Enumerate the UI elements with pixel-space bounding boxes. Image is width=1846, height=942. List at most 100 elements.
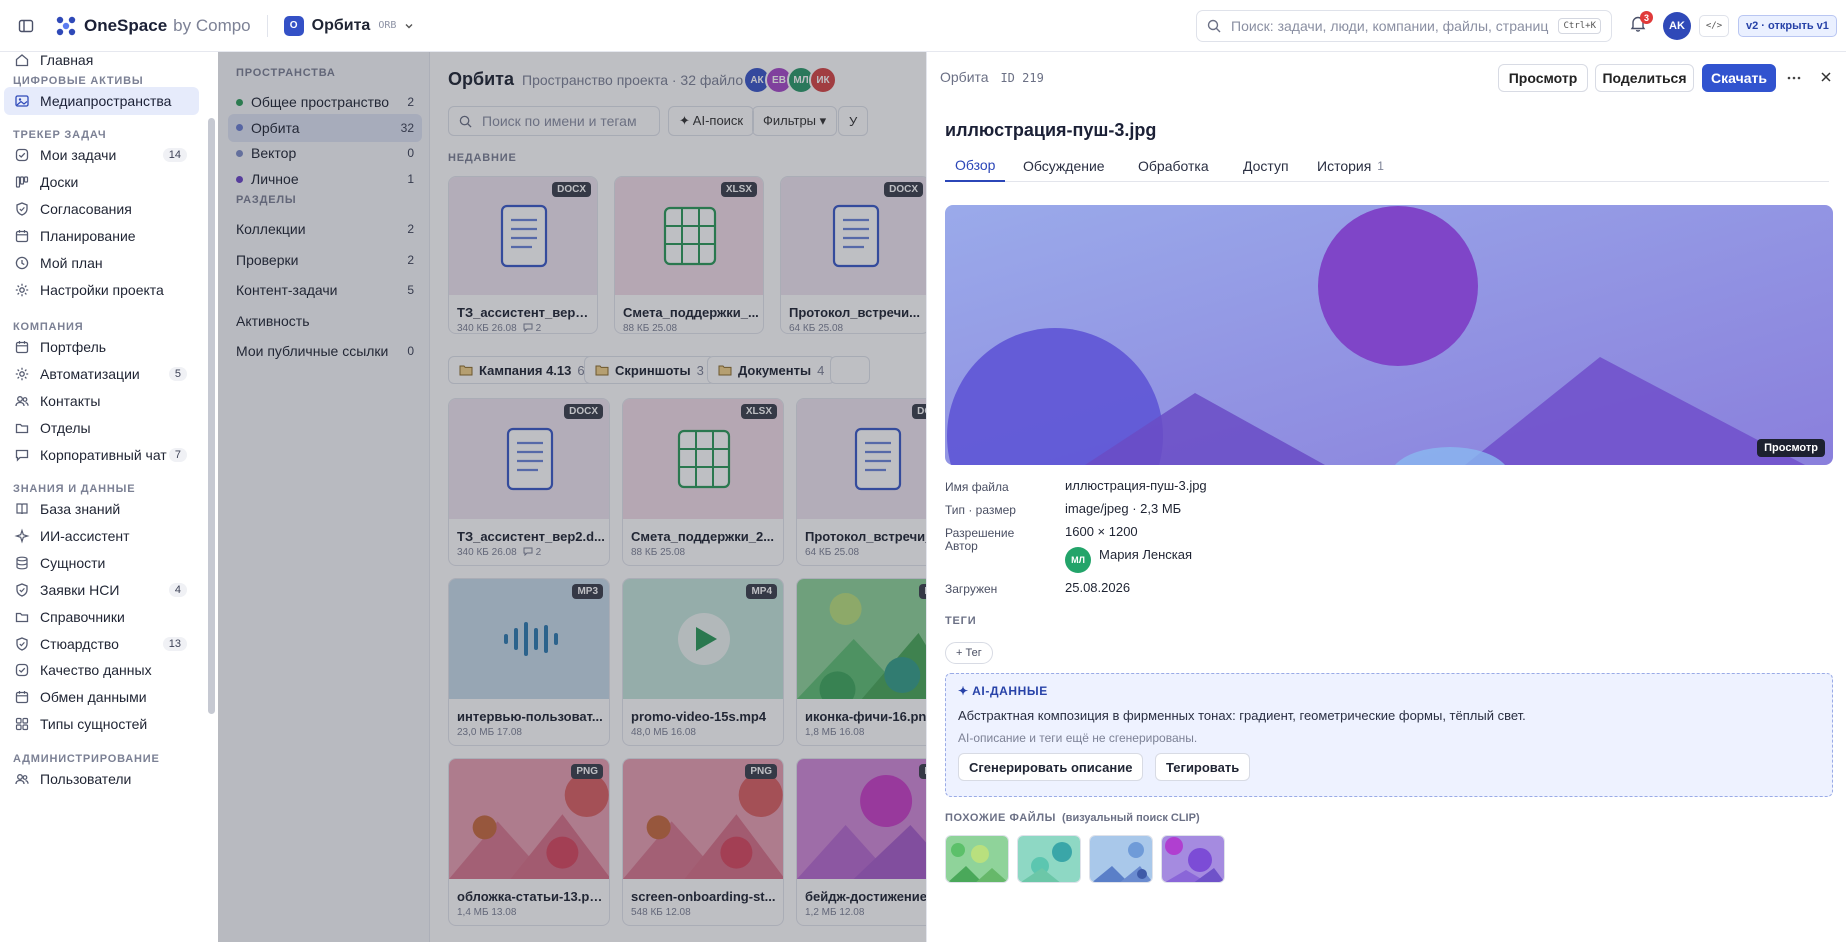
sidebar-item-1-0[interactable]: Мои задачи 14 xyxy=(4,141,199,169)
space-item[interactable]: Личное 1 xyxy=(228,165,422,193)
members-avatars[interactable]: АК ЕВ МЛ ИК xyxy=(743,66,837,94)
folder-chip[interactable]: Кампания 4.13 6 xyxy=(448,356,596,384)
file-card[interactable]: PNG screen-onboarding-st... 548 КБ 12.08 xyxy=(622,758,784,926)
file-card[interactable]: DOCX ТЗ_ассистент_вер2.... 340 КБ 26.08 2 xyxy=(448,176,598,334)
info-value: 25.08.2026 xyxy=(1065,580,1131,595)
info-label: Тип · размер xyxy=(945,503,1016,517)
auto-tag-button[interactable]: Тегировать xyxy=(1155,753,1251,781)
preview-button[interactable]: Просмотр xyxy=(1498,64,1588,92)
breadcrumb-space[interactable]: Орбита xyxy=(940,69,989,85)
image-preview[interactable]: Просмотр xyxy=(945,205,1833,465)
file-card[interactable]: XLSX Смета_поддержки_... 88 КБ 25.08 xyxy=(614,176,764,334)
sidebar-item-label: Настройки проекта xyxy=(40,281,164,298)
sidebar-item-1-2[interactable]: Согласования xyxy=(4,195,199,223)
sidebar-item-3-0[interactable]: База знаний xyxy=(4,495,199,523)
sidebar-item-label: ИИ-ассистент xyxy=(40,527,130,544)
section-item[interactable]: Активность xyxy=(228,307,422,335)
similar-subtitle: (визуальный поиск CLIP) xyxy=(1062,812,1200,824)
similar-file-thumb[interactable] xyxy=(1017,835,1081,883)
filters-button[interactable]: Фильтры ▾ xyxy=(752,106,838,136)
app-logo[interactable]: OneSpace by Compo xyxy=(56,16,251,36)
file-card[interactable]: DOCX Протокол_встречи... 64 КБ 25.08 xyxy=(780,176,926,334)
section-item[interactable]: Коллекции 2 xyxy=(228,215,422,243)
detail-tabs: Обзор Обсуждение Обработка Доступ История 1 xyxy=(945,150,1829,182)
similar-file-thumb[interactable] xyxy=(1161,835,1225,883)
space-item[interactable]: Вектор 0 xyxy=(228,139,422,167)
sidebar-item-2-4[interactable]: Корпоративный чат 7 xyxy=(4,441,199,469)
section-item[interactable]: Проверки 2 xyxy=(228,246,422,274)
sidebar-item-3-1[interactable]: ИИ-ассистент xyxy=(4,522,199,550)
space-color-dot xyxy=(236,175,243,183)
notifications-button[interactable]: 3 xyxy=(1630,11,1653,32)
sidebar-item-label: Качество данных xyxy=(40,662,152,679)
sidebar-item-2-2[interactable]: Контакты xyxy=(4,387,199,415)
sidebar-item-0-0[interactable]: Медиапространства xyxy=(4,87,199,115)
ai-heading: ✦ AI-ДАННЫЕ xyxy=(958,684,1048,698)
file-meta: 88 КБ 25.08 xyxy=(623,323,677,333)
sidebar-item-3-6[interactable]: Качество данных xyxy=(4,656,199,684)
sidebar-item-3-8[interactable]: Типы сущностей xyxy=(4,710,199,738)
section-item[interactable]: Мои публичные ссылки 0 xyxy=(228,337,422,365)
close-icon[interactable] xyxy=(1819,70,1833,84)
sidebar-item-4-0[interactable]: Пользователи xyxy=(4,765,199,793)
tab-2[interactable]: Обработка xyxy=(1128,150,1219,182)
tab-0[interactable]: Обзор xyxy=(945,150,1006,182)
user-avatar[interactable]: AK xyxy=(1663,12,1691,40)
ai-search-button[interactable]: ✦ AI-поиск xyxy=(668,106,755,136)
sidebar-scrollbar[interactable] xyxy=(208,118,215,714)
space-item[interactable]: Орбита 32 xyxy=(228,113,422,142)
sidebar-item-label: Контакты xyxy=(40,392,101,409)
similar-file-thumb[interactable] xyxy=(1089,835,1153,883)
download-button[interactable]: Скачать xyxy=(1702,64,1776,92)
version-switch-button[interactable]: v2 · открыть v1 xyxy=(1738,15,1837,37)
more-icon[interactable] xyxy=(1786,70,1802,86)
sidebar-toggle-icon[interactable] xyxy=(16,16,36,36)
member-avatar[interactable]: ИК xyxy=(809,66,837,94)
share-button[interactable]: Поделиться xyxy=(1595,64,1694,92)
sidebar-item-3-7[interactable]: Обмен данными xyxy=(4,683,199,711)
sidebar-item-1-1[interactable]: Доски xyxy=(4,168,199,196)
file-card[interactable]: PNG бейдж-достижение... 1,2 МБ 12.08 xyxy=(796,758,926,926)
folder-chip[interactable]: Скриншоты 3 xyxy=(584,356,715,384)
sidebar-item-home[interactable]: Главная xyxy=(4,52,199,74)
section-count: 0 xyxy=(407,344,414,358)
add-tag-button[interactable]: + Тег xyxy=(945,642,993,664)
sidebar-item-3-3[interactable]: Заявки НСИ 4 xyxy=(4,576,199,604)
info-label: Загружен xyxy=(945,582,998,596)
sidebar-item-1-5[interactable]: Настройки проекта xyxy=(4,276,199,304)
file-card[interactable]: DOCX ТЗ_ассистент_вер2.d... 340 КБ 26.08 2 xyxy=(448,398,610,566)
sidebar-item-3-4[interactable]: Справочники xyxy=(4,603,199,631)
dev-mode-button[interactable]: </> xyxy=(1699,15,1729,37)
space-switcher[interactable]: О Орбита ORB xyxy=(283,15,415,36)
file-card[interactable]: DOCX Протокол_встречи_... 64 КБ 25.08 xyxy=(796,398,926,566)
file-card[interactable]: MP4 promo-video-15s.mp4 48,0 МБ 16.08 xyxy=(622,578,784,746)
sidebar-item-2-3[interactable]: Отделы xyxy=(4,414,199,442)
app-name: OneSpace xyxy=(84,15,168,35)
file-card[interactable]: XLSX Смета_поддержки_2... 88 КБ 25.08 xyxy=(622,398,784,566)
folder-chip[interactable]: Документы 4 xyxy=(707,356,836,384)
global-search-input[interactable]: Поиск: задачи, люди, компании, файлы, ст… xyxy=(1196,10,1612,42)
file-card[interactable]: PNG иконка-фичи-16.png 1,8 МБ 16.08 xyxy=(796,578,926,746)
more-filter-button[interactable]: У xyxy=(838,106,869,136)
space-label: Орбита xyxy=(251,119,300,136)
sidebar-item-1-3[interactable]: Планирование xyxy=(4,222,199,250)
tab-4[interactable]: История 1 xyxy=(1307,150,1394,182)
folder-chip[interactable] xyxy=(830,356,870,384)
space-item[interactable]: Общее пространство 2 xyxy=(228,88,422,116)
file-card[interactable]: PNG обложка-статьи-13.png 1,4 МБ 13.08 xyxy=(448,758,610,926)
file-name: Протокол_встречи... xyxy=(789,305,920,320)
sidebar-item-1-4[interactable]: Мой план xyxy=(4,249,199,277)
sidebar-item-2-0[interactable]: Портфель xyxy=(4,333,199,361)
tab-1[interactable]: Обсуждение xyxy=(1013,150,1115,182)
file-search-input[interactable]: Поиск по имени и тегам xyxy=(448,106,660,136)
similar-file-thumb[interactable] xyxy=(945,835,1009,883)
sidebar-item-3-5[interactable]: Стюардство 13 xyxy=(4,630,199,658)
sidebar-item-2-1[interactable]: Автоматизации 5 xyxy=(4,360,199,388)
chevron-down-icon xyxy=(404,21,414,31)
preview-badge[interactable]: Просмотр xyxy=(1757,439,1825,457)
generate-description-button[interactable]: Сгенерировать описание xyxy=(958,753,1144,781)
file-card[interactable]: MP3 интервью-пользоват... 23,0 МБ 17.08 xyxy=(448,578,610,746)
tab-3[interactable]: Доступ xyxy=(1233,150,1299,182)
sidebar-item-3-2[interactable]: Сущности xyxy=(4,549,199,577)
section-item[interactable]: Контент-задачи 5 xyxy=(228,276,422,304)
